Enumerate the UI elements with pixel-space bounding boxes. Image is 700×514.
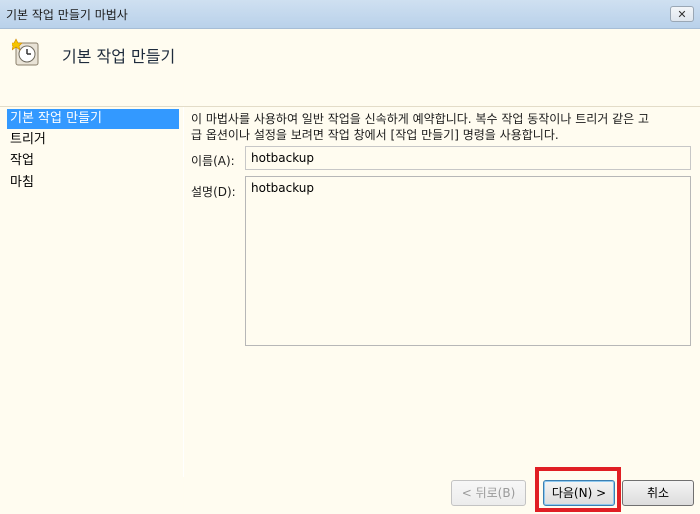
description-line-2: 급 옵션이나 설정을 보려면 작업 창에서 [작업 만들기] 명령을 사용합니다… (191, 128, 559, 142)
window-title: 기본 작업 만들기 마법사 (6, 8, 128, 22)
name-input[interactable] (245, 146, 691, 170)
description-label: 설명(D): (191, 185, 236, 199)
sidebar-item-finish[interactable]: 마침 (7, 173, 179, 193)
wizard-header: 기본 작업 만들기 (0, 29, 700, 107)
sidebar-item-action[interactable]: 작업 (7, 151, 179, 171)
wizard-description: 이 마법사를 사용하여 일반 작업을 신속하게 예약합니다. 복수 작업 동작이… (191, 111, 695, 143)
clock-task-icon (12, 38, 39, 66)
sidebar-item-create-basic-task[interactable]: 기본 작업 만들기 (7, 109, 179, 129)
name-label: 이름(A): (191, 154, 235, 168)
next-button[interactable]: 다음(N) > (543, 480, 615, 506)
wizard-steps-sidebar: 기본 작업 만들기 트리거 작업 마침 (0, 107, 183, 477)
back-button[interactable]: < 뒤로(B) (451, 480, 526, 506)
close-button[interactable]: ✕ (670, 6, 694, 22)
title-bar: 기본 작업 만들기 마법사 ✕ (0, 0, 700, 29)
cancel-button[interactable]: 취소 (622, 480, 694, 506)
sidebar-item-trigger[interactable]: 트리거 (7, 130, 179, 150)
description-textarea[interactable]: hotbackup (245, 176, 691, 346)
description-line-1: 이 마법사를 사용하여 일반 작업을 신속하게 예약합니다. 복수 작업 동작이… (191, 112, 650, 126)
page-title: 기본 작업 만들기 (62, 47, 176, 66)
